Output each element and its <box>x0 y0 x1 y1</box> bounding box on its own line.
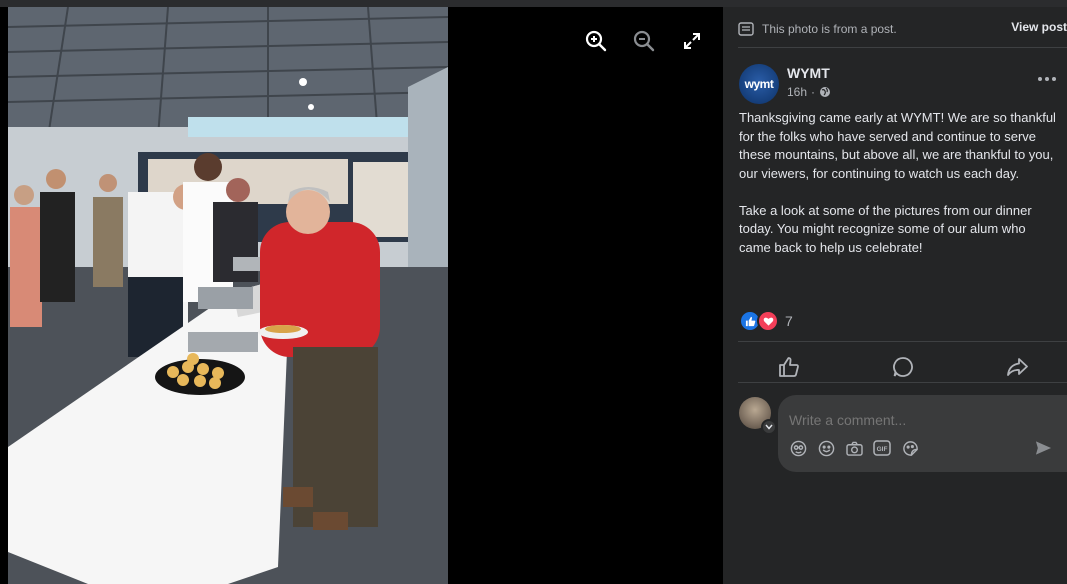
post-photo <box>8 7 448 584</box>
love-reaction-icon <box>757 310 779 332</box>
like-icon[interactable] <box>769 352 809 382</box>
more-options-icon[interactable] <box>1035 71 1059 87</box>
post-note-icon <box>738 22 754 36</box>
sticker-icon[interactable] <box>901 439 919 457</box>
send-icon[interactable] <box>1035 440 1053 458</box>
post-paragraph: Take a look at some of the pictures from… <box>739 202 1032 255</box>
avatar-sticker-icon[interactable] <box>789 439 807 457</box>
fullscreen-icon[interactable] <box>680 29 704 53</box>
reaction-count: 7 <box>785 313 793 329</box>
comment-icon[interactable] <box>883 352 923 382</box>
camera-icon[interactable] <box>845 439 863 457</box>
post-paragraph: Thanksgiving came early at WYMT! We are … <box>739 110 1056 181</box>
emoji-icon[interactable] <box>817 439 835 457</box>
zoom-in-icon[interactable] <box>584 29 608 53</box>
comment-input[interactable] <box>789 412 989 428</box>
view-post-link[interactable]: View post <box>1011 20 1067 34</box>
top-border <box>0 0 1067 7</box>
page-logo-text: wymt <box>744 77 774 91</box>
divider <box>738 47 1067 48</box>
gif-icon[interactable]: GIF <box>873 439 891 457</box>
post-time[interactable]: 16h <box>787 85 807 99</box>
comment-composer: GIF <box>778 395 1067 472</box>
chevron-down-icon[interactable] <box>761 419 777 435</box>
globe-icon <box>820 87 831 97</box>
page-name[interactable]: WYMT <box>787 65 830 81</box>
post-actions <box>739 347 1067 387</box>
page-avatar[interactable]: wymt <box>739 64 779 104</box>
photo-viewer <box>0 7 723 584</box>
post-panel: This photo is from a post. View post wym… <box>723 7 1067 584</box>
divider <box>738 341 1067 342</box>
post-note: This photo is from a post. <box>738 19 897 39</box>
reactions-summary[interactable]: 7 <box>739 310 793 332</box>
divider <box>738 382 1067 383</box>
post-note-text: This photo is from a post. <box>762 22 897 36</box>
share-icon[interactable] <box>997 352 1037 382</box>
comment-tools: GIF <box>789 439 919 457</box>
post-body: Thanksgiving came early at WYMT! We are … <box>739 109 1059 276</box>
post-meta: 16h · <box>787 85 831 99</box>
viewer-controls <box>584 29 704 53</box>
svg-text:GIF: GIF <box>877 446 888 453</box>
zoom-out-icon[interactable] <box>632 29 656 53</box>
